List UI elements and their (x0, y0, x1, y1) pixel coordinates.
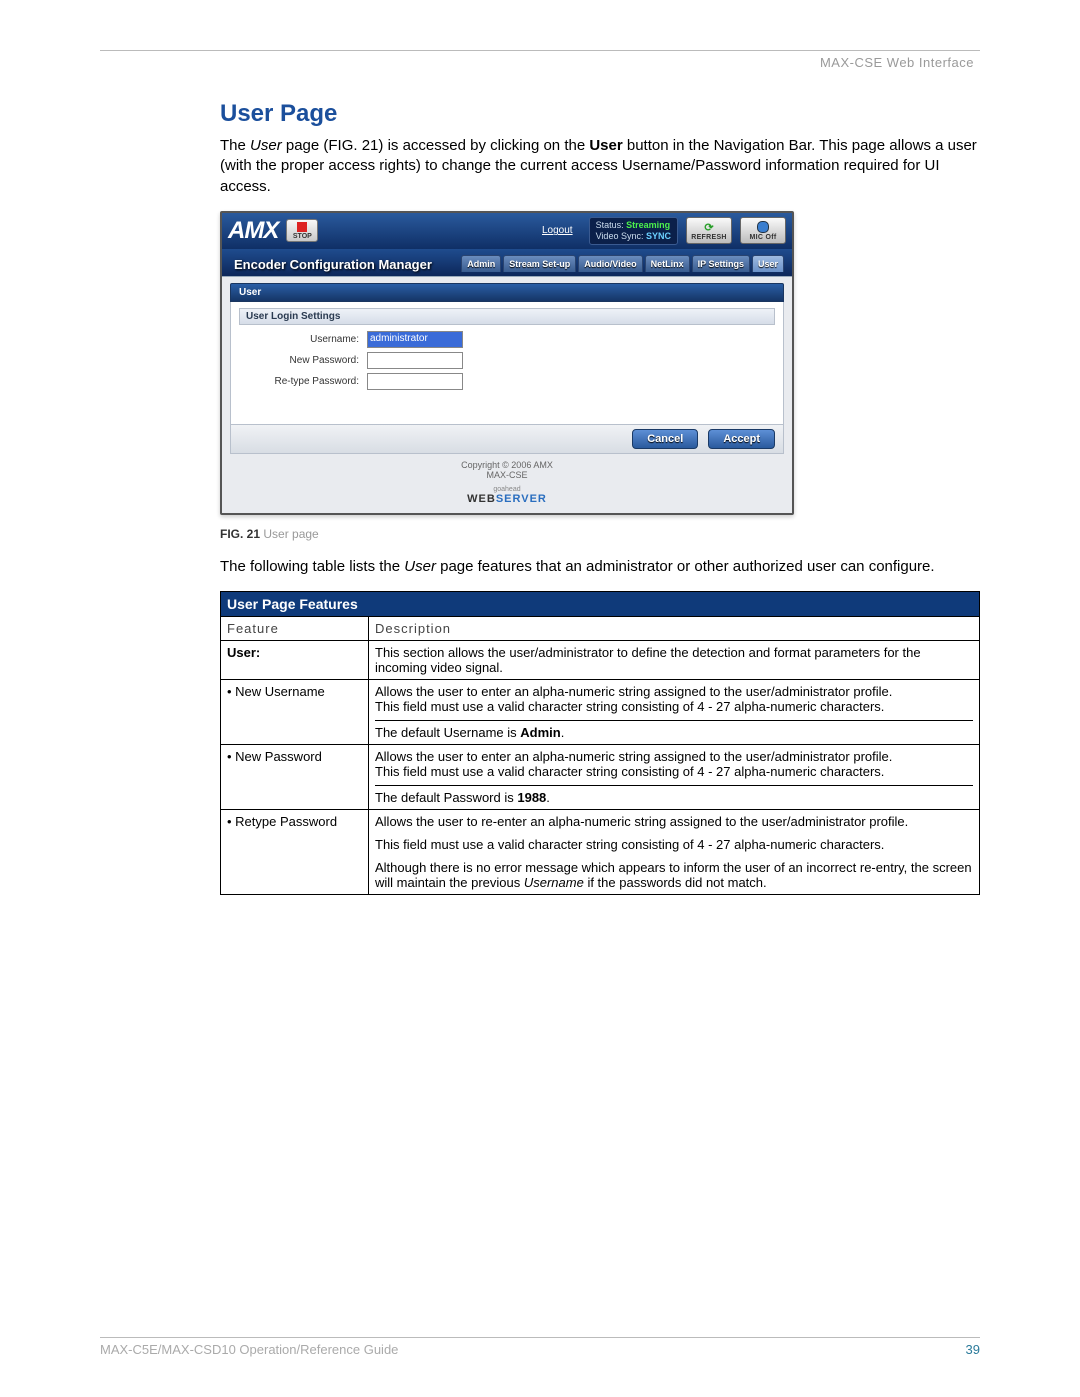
stop-label: STOP (293, 233, 312, 240)
refresh-label: REFRESH (691, 234, 727, 241)
desc-new-username-2: This field must use a valid character st… (375, 699, 973, 714)
note-username-suffix: . (561, 725, 565, 740)
feature-retype-password: • Retype Password (221, 810, 369, 895)
mic-icon (756, 220, 770, 234)
desc-user: This section allows the user/administrat… (369, 641, 980, 680)
figure-number: FIG. 21 (220, 527, 260, 541)
web-label: WEB (467, 493, 496, 505)
header-breadcrumb: MAX-CSE Web Interface (100, 55, 980, 70)
copyright-text: Copyright © 2006 AMX (226, 460, 788, 470)
panel-footer: Cancel Accept (230, 425, 784, 454)
feature-new-password: • New Password (221, 745, 369, 810)
para2-a: The following table lists the (220, 558, 404, 575)
username-label: Username: (239, 334, 359, 345)
server-label: SERVER (496, 493, 547, 505)
product-text: MAX-CSE (226, 470, 788, 480)
tab-user[interactable]: User (752, 255, 784, 272)
logout-link[interactable]: Logout (542, 225, 581, 236)
app-copyright-area: Copyright © 2006 AMX MAX-CSE goahead WEB… (226, 454, 788, 509)
table-head-desc: Description (369, 617, 980, 641)
desc-new-password-2: This field must use a valid character st… (375, 764, 973, 779)
refresh-icon: ⟳ (702, 220, 716, 234)
cancel-button[interactable]: Cancel (632, 429, 698, 449)
username-input[interactable]: administrator (367, 331, 463, 348)
feature-new-username: • New Username (221, 680, 369, 745)
intro-text-b: page (FIG. 21) is accessed by clicking o… (282, 137, 590, 154)
extra-retype-suffix: if the passwords did not match. (584, 875, 767, 890)
intro-user-bold: User (589, 137, 622, 154)
panel-header-user: User (230, 283, 784, 302)
table-row: • Retype Password Allows the user to re-… (221, 810, 980, 895)
figure-text: User page (263, 527, 318, 541)
note-password-bold: 1988 (517, 790, 546, 805)
table-head-feature: Feature (221, 617, 369, 641)
table-row: User: This section allows the user/admin… (221, 641, 980, 680)
refresh-button[interactable]: ⟳ REFRESH (686, 217, 732, 244)
intro-user-italic: User (250, 137, 282, 154)
status-label: Status: (596, 220, 624, 230)
section-title: User Page (220, 100, 980, 128)
desc-new-username-1: Allows the user to enter an alpha-numeri… (375, 684, 973, 699)
new-password-input[interactable] (367, 352, 463, 369)
panel-body: User Login Settings Username: administra… (230, 302, 784, 425)
intro-paragraph: The User page (FIG. 21) is accessed by c… (220, 136, 980, 197)
footer-guide: MAX-C5E/MAX-CSD10 Operation/Reference Gu… (100, 1342, 398, 1357)
footer-page-number: 39 (966, 1342, 980, 1357)
note-username-bold: Admin (520, 725, 560, 740)
retype-password-input[interactable] (367, 373, 463, 390)
app-screenshot: AMX STOP Logout Status: Streaming Video … (220, 211, 794, 515)
table-title: User Page Features (221, 592, 980, 617)
status-value: Streaming (626, 220, 670, 230)
status-box: Status: Streaming Video Sync: SYNC (589, 217, 678, 245)
header-divider (100, 50, 980, 51)
app-topbar: AMX STOP Logout Status: Streaming Video … (222, 213, 792, 249)
tab-netlinx[interactable]: NetLinx (645, 255, 690, 272)
title-bar: Encoder Configuration Manager Admin Stre… (222, 249, 792, 276)
tab-admin[interactable]: Admin (461, 255, 501, 272)
intro-text-a: The (220, 137, 250, 154)
goahead-label: goahead (226, 486, 788, 493)
accept-button[interactable]: Accept (708, 429, 775, 449)
table-row: • New Username Allows the user to enter … (221, 680, 980, 745)
para2-b: page features that an administrator or o… (436, 558, 935, 575)
feature-user: User: (227, 645, 260, 660)
features-table: User Page Features Feature Description U… (220, 591, 980, 895)
mic-label: MIC Off (750, 234, 777, 241)
retype-password-label: Re-type Password: (239, 376, 359, 387)
stop-button[interactable]: STOP (286, 219, 318, 242)
page-footer: MAX-C5E/MAX-CSD10 Operation/Reference Gu… (100, 1337, 980, 1357)
sync-label: Video Sync: (596, 231, 644, 241)
note-password-suffix: . (546, 790, 550, 805)
desc-retype-1: Allows the user to re-enter an alpha-num… (375, 814, 973, 829)
sync-value: SYNC (646, 231, 671, 241)
tab-ip-settings[interactable]: IP Settings (692, 255, 750, 272)
para2-user-italic: User (404, 558, 436, 575)
note-password-prefix: The default Password is (375, 790, 517, 805)
stop-icon (297, 222, 307, 232)
figure-caption: FIG. 21 User page (220, 527, 980, 541)
para2: The following table lists the User page … (220, 557, 980, 577)
app-body: User User Login Settings Username: admin… (222, 276, 792, 513)
desc-new-password-1: Allows the user to enter an alpha-numeri… (375, 749, 973, 764)
subpanel-header: User Login Settings (239, 308, 775, 325)
amx-logo: AMX (228, 217, 278, 245)
manager-title: Encoder Configuration Manager (234, 257, 432, 272)
extra-retype-italic: Username (524, 875, 584, 890)
tab-stream-setup[interactable]: Stream Set-up (503, 255, 576, 272)
note-username-prefix: The default Username is (375, 725, 520, 740)
tab-audio-video[interactable]: Audio/Video (578, 255, 642, 272)
tab-bar: Admin Stream Set-up Audio/Video NetLinx … (461, 255, 784, 272)
table-row: • New Password Allows the user to enter … (221, 745, 980, 810)
new-password-label: New Password: (239, 355, 359, 366)
mic-button[interactable]: MIC Off (740, 217, 786, 244)
desc-retype-2: This field must use a valid character st… (375, 837, 973, 852)
